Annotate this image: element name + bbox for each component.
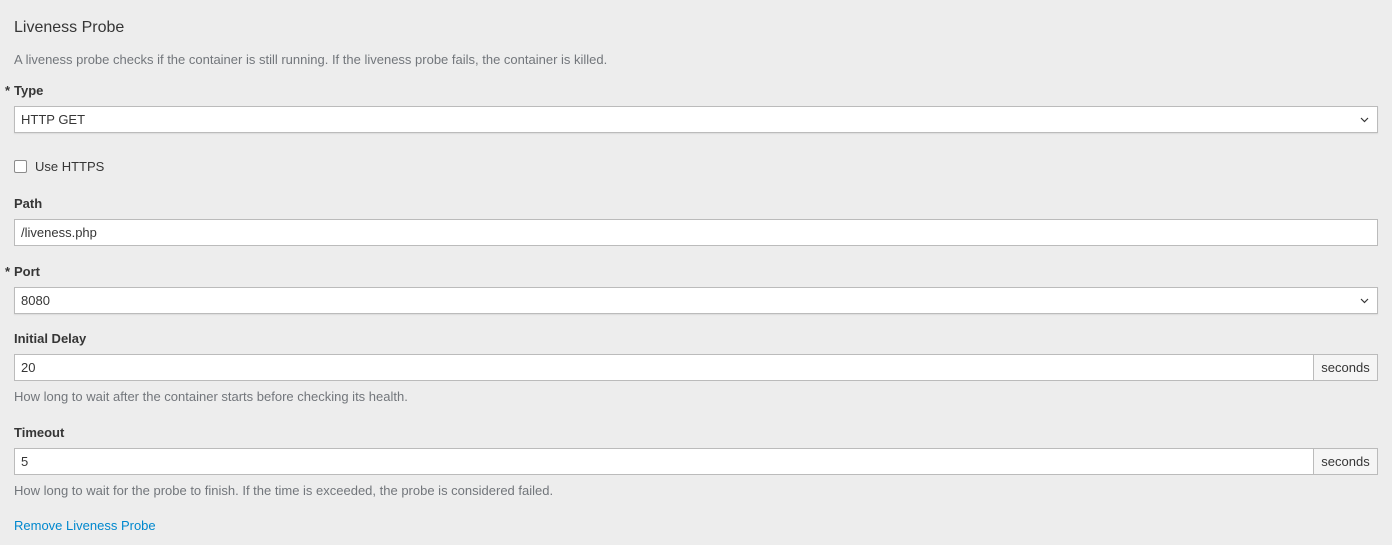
initial-delay-label: Initial Delay: [14, 331, 87, 346]
timeout-label: Timeout: [14, 425, 65, 440]
timeout-group: 5 seconds: [14, 448, 1378, 475]
path-value: /liveness.php: [21, 225, 97, 240]
use-https-checkbox[interactable]: [14, 160, 27, 173]
section-description: A liveness probe checks if the container…: [14, 52, 608, 67]
section-title: Liveness Probe: [14, 19, 125, 36]
initial-delay-group: 20 seconds: [14, 354, 1378, 381]
port-selected-value: 8080: [21, 293, 50, 308]
chevron-down-icon: [1360, 107, 1369, 132]
initial-delay-unit: seconds: [1314, 354, 1378, 381]
type-select[interactable]: HTTP GET: [14, 106, 1378, 133]
type-label: Type: [14, 83, 44, 98]
timeout-value: 5: [21, 454, 29, 469]
liveness-probe-panel: Liveness Probe A liveness probe checks i…: [0, 0, 1392, 545]
initial-delay-help: How long to wait after the container sta…: [14, 389, 408, 404]
use-https-row: Use HTTPS: [14, 159, 104, 174]
path-input[interactable]: /liveness.php: [14, 219, 1378, 246]
port-label: Port: [14, 264, 40, 279]
initial-delay-value: 20: [21, 360, 36, 375]
remove-liveness-probe-link[interactable]: Remove Liveness Probe: [14, 518, 156, 533]
required-marker: *: [5, 83, 11, 98]
initial-delay-input[interactable]: 20: [14, 354, 1314, 381]
use-https-label: Use HTTPS: [35, 159, 105, 174]
timeout-input[interactable]: 5: [14, 448, 1314, 475]
type-selected-value: HTTP GET: [21, 112, 86, 127]
chevron-down-icon: [1360, 288, 1369, 313]
port-select[interactable]: 8080: [14, 287, 1378, 314]
timeout-help: How long to wait for the probe to finish…: [14, 483, 554, 498]
timeout-unit: seconds: [1314, 448, 1378, 475]
path-label: Path: [14, 196, 43, 211]
required-marker: *: [5, 264, 11, 279]
